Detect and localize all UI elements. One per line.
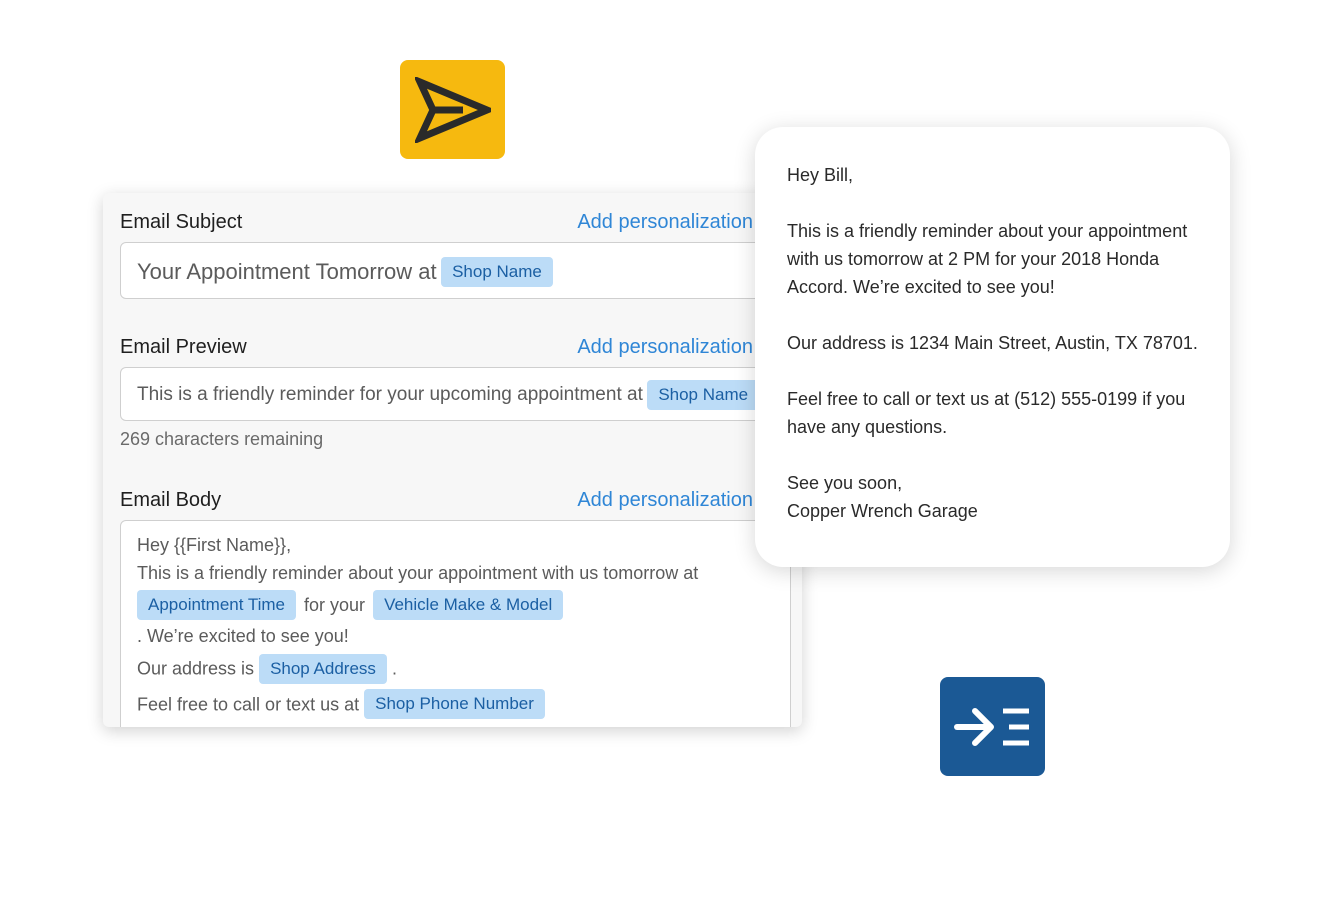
email-body-input[interactable]: Hey {{First Name}}, This is a friendly r… [120,520,791,727]
email-subject-label: Email Subject [120,211,243,233]
body-header: Email Body Add personalization [120,489,753,512]
vehicle-make-model-chip[interactable]: Vehicle Make & Model [373,590,564,621]
preview-header: Email Preview Add personalization [120,336,753,359]
body-text-period: . [391,658,397,679]
subject-text: Your Appointment Tomorrow at [137,259,437,284]
email-body-label: Email Body [120,489,222,511]
body-text-for: for your [304,595,366,616]
body-line: Appointment Time for your Vehicle Make &… [137,587,774,622]
preview-signoff-block: See you soon, Copper Wrench Garage [787,469,1198,525]
preview-add-personalization-link[interactable]: Add personalization [577,336,753,359]
email-editor-panel: Email Subject Add personalization Your A… [103,193,802,727]
shop-phone-number-chip[interactable]: Shop Phone Number [364,688,545,719]
body-line: Our address is Shop Address . [137,650,774,685]
body-line: . We’re excited to see you! [137,626,349,647]
preview-signature: Copper Wrench Garage [787,501,978,521]
send-badge [400,60,505,159]
body-text-call: Feel free to call or text us at [137,693,360,714]
preview-text: This is a friendly reminder for your upc… [137,384,643,405]
indent-arrow-icon [953,707,1029,746]
subject-add-personalization-link[interactable]: Add personalization [577,211,753,234]
appointment-time-chip[interactable]: Appointment Time [137,590,297,621]
email-subject-input[interactable]: Your Appointment Tomorrow at Shop Name [120,242,800,299]
subject-header: Email Subject Add personalization [120,211,753,234]
characters-remaining: 269 characters remaining [120,429,324,449]
preview-paragraph-3: Feel free to call or text us at (512) 55… [787,389,1186,437]
preview-signoff: See you soon, [787,473,903,493]
body-line: Hey {{First Name}}, [137,535,292,555]
preview-paragraph-2: Our address is 1234 Main Street, Austin,… [787,333,1198,353]
shop-address-chip[interactable]: Shop Address [259,653,387,684]
email-preview-label: Email Preview [120,336,247,358]
shop-name-chip[interactable]: Shop Name [441,257,553,287]
email-preview-card: Hey Bill, This is a friendly reminder ab… [755,127,1230,567]
shop-name-chip[interactable]: Shop Name [647,380,760,410]
body-line: This is a friendly reminder about your a… [137,563,699,583]
send-arrow-icon [414,76,491,143]
body-add-personalization-link[interactable]: Add personalization [577,489,753,512]
body-text-address: Our address is [137,658,255,679]
email-preview-input[interactable]: This is a friendly reminder for your upc… [120,367,800,421]
body-line: Feel free to call or text us at Shop Pho… [137,686,774,721]
preview-greeting: Hey Bill, [787,165,854,185]
indent-badge [940,677,1045,776]
preview-paragraph-1: This is a friendly reminder about your a… [787,221,1188,297]
